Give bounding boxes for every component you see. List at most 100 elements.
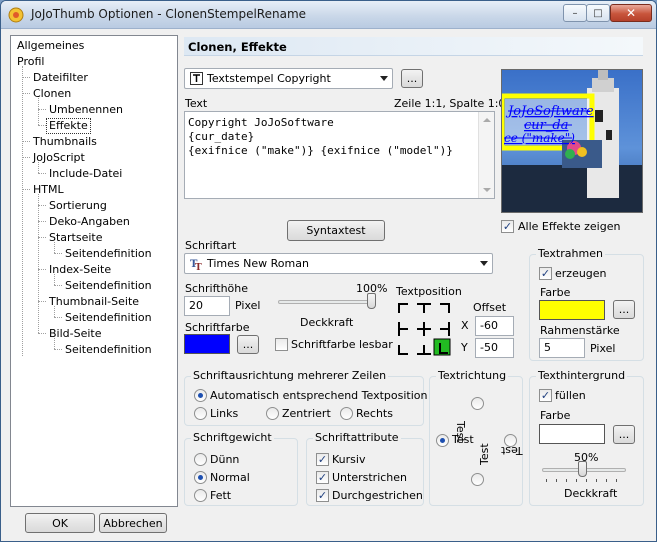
text-line: {exifnice ("make")} {exifnice ("model")} xyxy=(188,144,453,157)
align-right-radio[interactable] xyxy=(340,407,353,420)
align-right-label: Rechts xyxy=(356,407,393,420)
tree-item-index-seite[interactable]: Index-Seite xyxy=(47,263,113,277)
tree-item-sortierung[interactable]: Sortierung xyxy=(47,199,109,213)
tree-item-clonen[interactable]: Clonen xyxy=(31,87,73,101)
tree-item-seitendefinition[interactable]: Seitendefinition xyxy=(63,311,154,325)
text-stamp-icon xyxy=(190,72,203,85)
maximize-icon: □ xyxy=(593,7,603,19)
offset-x-input[interactable]: -60 xyxy=(475,316,514,336)
stamp-text-area[interactable]: Copyright JoJoSoftware {cur_date} {exifnic… xyxy=(184,111,495,199)
underline-checkbox[interactable]: ✓ xyxy=(316,471,329,484)
background-fill-label: füllen xyxy=(555,389,586,402)
ok-button[interactable]: OK xyxy=(25,513,95,533)
attributes-group-label: Schriftattribute xyxy=(313,431,401,444)
tree-connector xyxy=(38,98,39,125)
tree-item-thumbnails[interactable]: Thumbnails xyxy=(31,135,99,149)
navigation-tree[interactable]: Allgemeines Profil Dateifilter Clonen Um… xyxy=(10,35,178,507)
align-center-radio[interactable] xyxy=(266,407,279,420)
tree-item-profil[interactable]: Profil xyxy=(15,55,46,69)
tree-item-thumbnail-seite[interactable]: Thumbnail-Seite xyxy=(47,295,141,309)
all-effects-checkbox[interactable]: ✓ xyxy=(501,220,514,233)
frame-width-input[interactable]: 5 xyxy=(539,338,585,358)
tree-item-jojoscript[interactable]: JoJoScript xyxy=(31,151,87,165)
weight-bold-radio[interactable] xyxy=(194,489,207,502)
syntax-test-button[interactable]: Syntaxtest xyxy=(287,220,385,241)
offset-y-input[interactable]: -50 xyxy=(475,338,514,358)
tree-connector xyxy=(54,317,62,318)
slider-tick xyxy=(546,479,547,482)
tree-connector xyxy=(22,93,30,94)
align-left-radio[interactable] xyxy=(194,407,207,420)
font-color-swatch[interactable] xyxy=(184,334,230,354)
weight-normal-radio[interactable] xyxy=(194,471,207,484)
align-auto-label: Automatisch entsprechend Textposition xyxy=(210,389,428,402)
align-left-label: Links xyxy=(210,407,239,420)
direction-right-radio[interactable] xyxy=(471,473,484,486)
frame-group-label: Textrahmen xyxy=(536,247,605,260)
effect-select-value: Textstempel Copyright xyxy=(207,72,331,85)
font-select[interactable]: T T Times New Roman xyxy=(184,253,493,274)
close-icon: ✕ xyxy=(625,6,637,20)
font-color-readable-checkbox[interactable] xyxy=(275,338,288,351)
frame-create-checkbox[interactable]: ✓ xyxy=(539,267,552,280)
tree-item-include-datei[interactable]: Include-Datei xyxy=(47,167,124,181)
tree-item-umbenennen[interactable]: Umbenennen xyxy=(47,103,125,117)
text-line: {cur_date} xyxy=(188,130,255,143)
maximize-button[interactable]: □ xyxy=(586,4,610,22)
underline-label: Unterstrichen xyxy=(332,471,408,484)
frame-color-swatch[interactable] xyxy=(539,300,605,320)
tree-connector xyxy=(38,125,46,126)
cancel-button[interactable]: Abbrechen xyxy=(99,513,167,533)
direction-sample-down: Test xyxy=(454,421,467,443)
tree-item-html[interactable]: HTML xyxy=(31,183,66,197)
tree-item-seitendefinition[interactable]: Seitendefinition xyxy=(63,343,154,357)
frame-create-label: erzeugen xyxy=(555,267,607,280)
background-opacity-thumb[interactable] xyxy=(578,461,587,477)
section-header: Clonen, Effekte xyxy=(184,37,643,56)
background-color-button[interactable]: ... xyxy=(613,425,635,444)
tree-item-dateifilter[interactable]: Dateifilter xyxy=(31,71,90,85)
italic-checkbox[interactable]: ✓ xyxy=(316,453,329,466)
tree-item-bild-seite[interactable]: Bild-Seite xyxy=(47,327,104,341)
font-color-label: Schriftfarbe xyxy=(185,321,250,334)
direction-left-radio[interactable] xyxy=(436,434,449,447)
truetype-font-icon: T T xyxy=(190,259,202,270)
effect-options-button[interactable]: ... xyxy=(401,69,423,88)
scroll-up-icon[interactable] xyxy=(483,118,491,122)
offset-y-label: Y xyxy=(461,341,468,354)
weight-thin-radio[interactable] xyxy=(194,453,207,466)
tree-item-seitendefinition[interactable]: Seitendefinition xyxy=(63,247,154,261)
background-color-swatch[interactable] xyxy=(539,424,605,444)
align-auto-radio[interactable] xyxy=(194,389,207,402)
direction-up-radio[interactable] xyxy=(471,397,484,410)
font-opacity-slider[interactable] xyxy=(278,300,372,304)
tree-item-seitendefinition[interactable]: Seitendefinition xyxy=(63,279,154,293)
close-button[interactable]: ✕ xyxy=(610,4,652,22)
scroll-down-icon[interactable] xyxy=(483,188,491,192)
position-grid[interactable] xyxy=(396,301,452,357)
frame-color-button[interactable]: ... xyxy=(613,300,635,319)
textposition-label: Textposition xyxy=(396,285,462,298)
weight-bold-label: Fett xyxy=(210,489,232,502)
check-icon: ✓ xyxy=(540,389,551,402)
tree-connector xyxy=(22,157,30,158)
direction-sample-up: Test xyxy=(478,443,491,465)
effect-select[interactable]: Textstempel Copyright xyxy=(184,68,393,89)
tree-item-allgemeines[interactable]: Allgemeines xyxy=(15,39,86,53)
background-fill-checkbox[interactable]: ✓ xyxy=(539,389,552,402)
text-scrollbar[interactable] xyxy=(478,112,494,198)
check-icon: ✓ xyxy=(317,471,328,484)
title-bar[interactable]: JoJoThumb Optionen - ClonenStempelRename… xyxy=(1,1,656,29)
strike-checkbox[interactable]: ✓ xyxy=(316,489,329,502)
font-color-button[interactable]: ... xyxy=(237,335,259,354)
tree-connector xyxy=(38,221,46,222)
tree-item-effekte[interactable]: Effekte xyxy=(46,118,91,134)
font-height-input[interactable]: 20 xyxy=(184,296,230,316)
tree-connector xyxy=(54,253,62,254)
tree-item-deko-angaben[interactable]: Deko-Angaben xyxy=(47,215,132,229)
weight-group-label: Schriftgewicht xyxy=(191,431,274,444)
font-opacity-thumb[interactable] xyxy=(367,293,376,309)
slider-tick xyxy=(616,479,617,482)
tree-item-startseite[interactable]: Startseite xyxy=(47,231,105,245)
minimize-button[interactable]: – xyxy=(563,4,587,22)
